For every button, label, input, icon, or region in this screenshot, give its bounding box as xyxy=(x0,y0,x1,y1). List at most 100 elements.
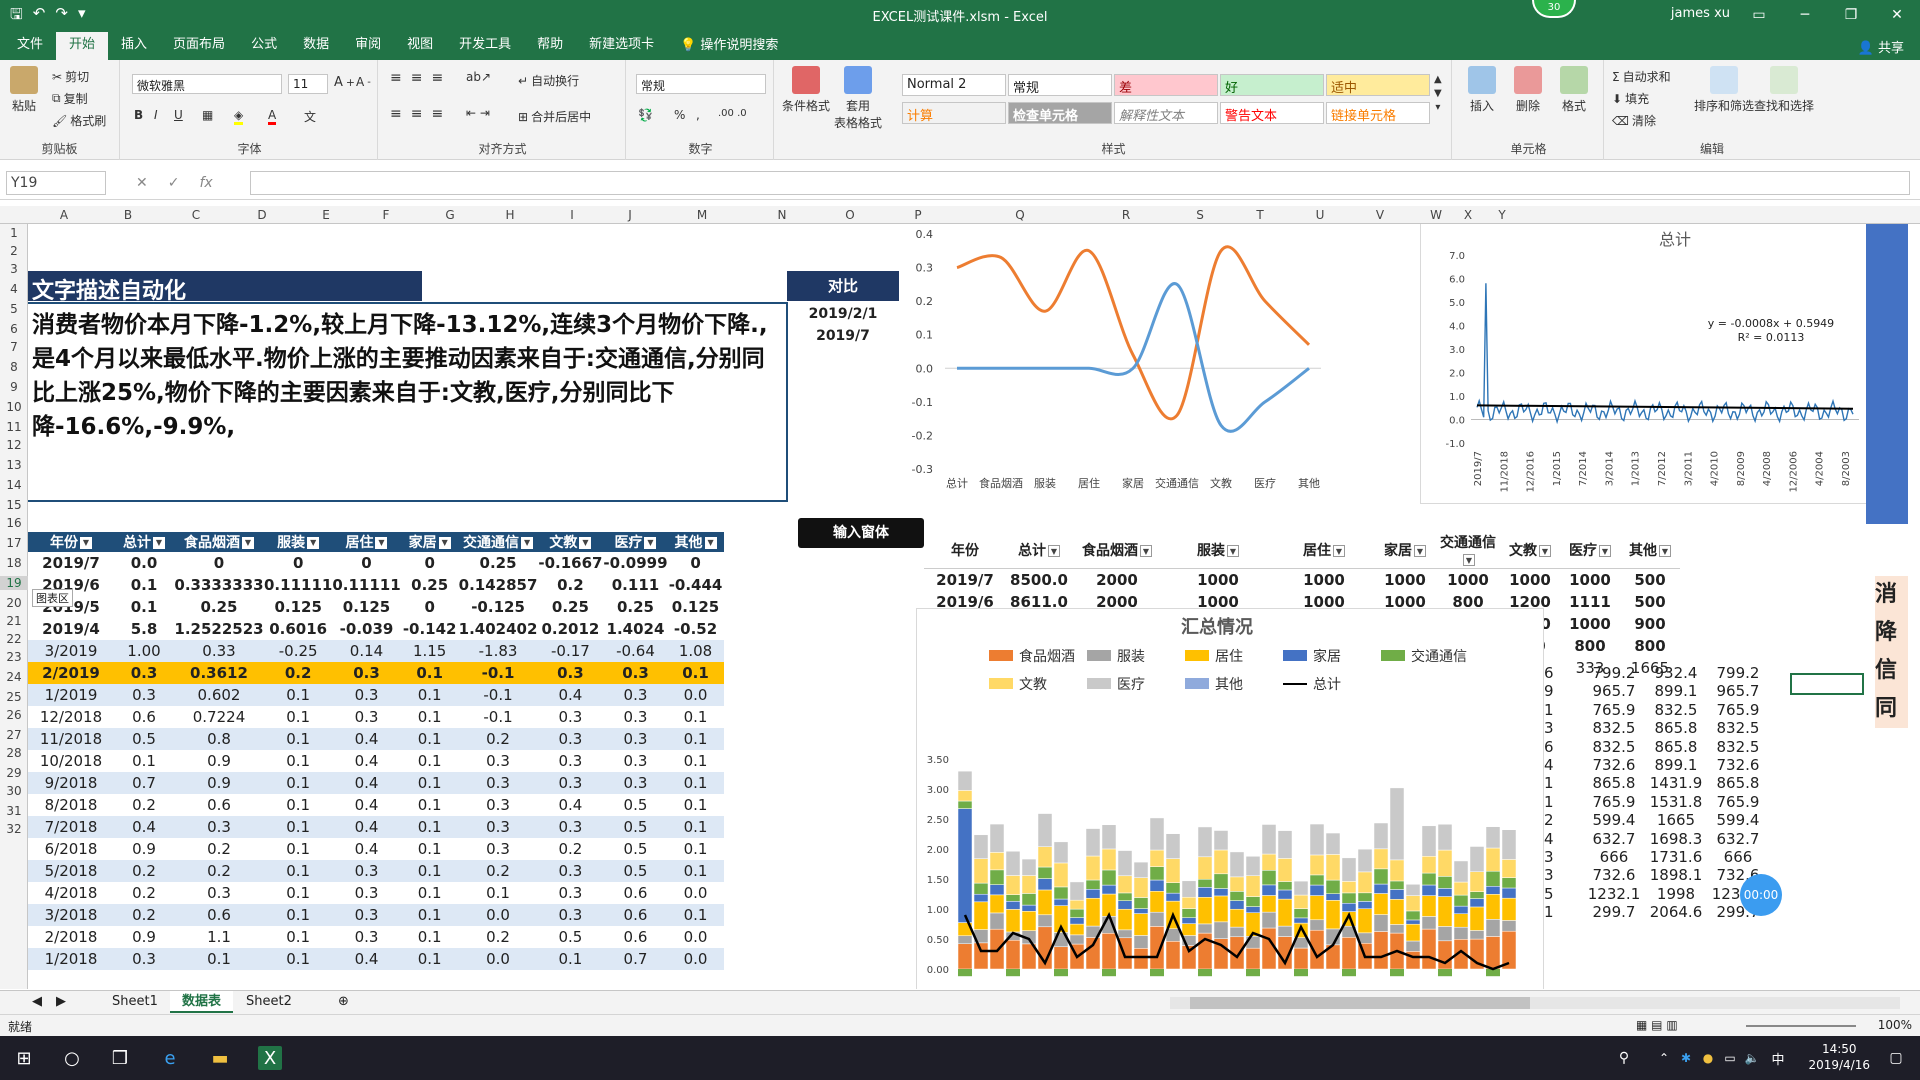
table-cell[interactable]: 2064.6 xyxy=(1646,903,1706,921)
table-cell[interactable]: 832.5 xyxy=(1646,701,1706,719)
column-header[interactable]: G xyxy=(440,208,460,222)
table-cell[interactable]: 0.3333333 xyxy=(174,574,264,596)
table-cell[interactable]: 1531.8 xyxy=(1646,793,1706,811)
table-cell[interactable]: 0.3 xyxy=(332,904,401,926)
tab-file[interactable]: 文件 xyxy=(4,32,56,60)
column-header[interactable]: O xyxy=(840,208,860,222)
table-cell[interactable]: 0.2 xyxy=(114,904,174,926)
table-cell[interactable]: 0.3 xyxy=(537,816,604,838)
column-header[interactable]: Y xyxy=(1492,208,1512,222)
table-cell[interactable]: 0.1 xyxy=(400,772,459,794)
table-cell[interactable]: 0.2 xyxy=(114,860,174,882)
style-bad[interactable]: 差 xyxy=(1114,74,1218,96)
table-cell[interactable]: 0.14 xyxy=(332,640,401,662)
table-cell[interactable]: 0.9 xyxy=(174,750,264,772)
table-cell[interactable]: 0.2 xyxy=(458,728,538,750)
category-line-chart[interactable]: 0.4 0.3 0.2 0.1 0.0 -0.1 -0.2 -0.3 总计 食品烟酒 服装 居住 家居交… xyxy=(903,224,1343,504)
column-header[interactable]: C xyxy=(186,208,206,222)
sheet-tab-data[interactable]: 数据表 xyxy=(170,991,234,1013)
row-header[interactable]: 8 xyxy=(0,360,28,374)
style-good[interactable]: 好 xyxy=(1220,74,1324,96)
table-cell[interactable]: 0.11111 xyxy=(332,574,400,596)
input-form-button[interactable]: 输入窗体 xyxy=(798,518,924,548)
table-cell[interactable]: 0.5 xyxy=(603,816,668,838)
table-cell[interactable]: 11/2018 xyxy=(28,728,114,750)
table-cell[interactable]: 5 xyxy=(1544,885,1556,903)
table-cell[interactable]: 2/2018 xyxy=(28,926,114,948)
table-cell[interactable]: 6 xyxy=(1544,664,1556,682)
view-buttons[interactable]: ▦ ▤ ▥ xyxy=(1636,1018,1678,1032)
tray-up-icon[interactable]: ⌃ xyxy=(1652,1046,1676,1070)
table-cell[interactable]: 632.7 xyxy=(1708,830,1768,848)
table-cell[interactable]: 3 xyxy=(1544,848,1556,866)
table-cell[interactable]: 0 xyxy=(401,552,459,574)
row-header[interactable]: 32 xyxy=(0,822,28,836)
pagebreak-view-icon[interactable]: ▥ xyxy=(1666,1018,1677,1032)
table-cell[interactable]: 832.5 xyxy=(1708,738,1768,756)
font-color-button[interactable]: A xyxy=(268,108,277,125)
sheet-tab-sheet1[interactable]: Sheet1 xyxy=(100,991,170,1013)
row-header[interactable]: 7 xyxy=(0,340,28,354)
table-cell[interactable]: 0.25 xyxy=(401,574,459,596)
row-header[interactable]: 26 xyxy=(0,708,28,722)
table-cell[interactable]: 0.0 xyxy=(667,948,724,970)
orientation-button[interactable]: ab↗ xyxy=(466,70,491,84)
right-col-header[interactable]: 文教 ▼ xyxy=(1500,532,1560,569)
table-cell[interactable]: -0.0999 xyxy=(603,552,667,574)
volume-icon[interactable]: 🔈 xyxy=(1740,1046,1764,1070)
table-cell[interactable]: 3 xyxy=(1544,866,1556,884)
table-cell[interactable]: 0.0 xyxy=(114,552,174,574)
tab-insert[interactable]: 插入 xyxy=(108,32,160,60)
table-cell[interactable]: 500 xyxy=(1620,569,1680,591)
table-cell[interactable]: 0.5 xyxy=(603,794,667,816)
table-cell[interactable]: 0.1 xyxy=(668,794,724,816)
row-header[interactable]: 29 xyxy=(0,766,28,780)
bluetooth-icon[interactable]: ✱ xyxy=(1674,1046,1698,1070)
tab-help[interactable]: 帮助 xyxy=(524,32,576,60)
filter-dropdown-icon[interactable]: ▼ xyxy=(242,537,254,549)
table-cell[interactable]: 865.8 xyxy=(1646,719,1706,737)
table-cell[interactable]: 1111 xyxy=(1560,591,1620,613)
table-cell[interactable]: 0.1 xyxy=(667,860,724,882)
table-cell[interactable]: 1/2018 xyxy=(28,948,114,970)
description-text[interactable]: 消费者物价本月下降-1.2%,较上月下降-13.12%,连续3个月物价下降.,是… xyxy=(28,302,788,502)
table-cell[interactable]: -0.1667 xyxy=(537,552,603,574)
table-cell[interactable]: 0.4 xyxy=(332,838,400,860)
right-col-header[interactable]: 居住 ▼ xyxy=(1274,532,1374,569)
table-cell[interactable]: 0.3 xyxy=(537,662,604,684)
table-cell[interactable]: 0.1 xyxy=(264,772,333,794)
zoom-level[interactable]: 100% xyxy=(1878,1018,1912,1032)
table-cell[interactable]: 0.4 xyxy=(537,684,604,706)
table-cell[interactable]: -0.142 xyxy=(401,618,459,640)
row-header[interactable]: 28 xyxy=(0,746,28,760)
table-cell[interactable]: 0.3 xyxy=(537,772,604,794)
notification-icon[interactable]: ▢ xyxy=(1884,1046,1908,1070)
table-cell[interactable]: 832.5 xyxy=(1584,719,1644,737)
table-cell[interactable]: 0.3 xyxy=(332,662,401,684)
table-cell[interactable]: 1.4024 xyxy=(603,618,667,640)
add-sheet-icon[interactable]: ⊕ xyxy=(326,991,361,1013)
table-cell[interactable]: 0.1 xyxy=(537,948,604,970)
network-icon[interactable]: ▭ xyxy=(1718,1046,1742,1070)
layout-view-icon[interactable]: ▤ xyxy=(1651,1018,1662,1032)
table-cell[interactable]: 0.4 xyxy=(332,816,401,838)
table-cell[interactable]: 800 xyxy=(1560,635,1620,657)
row-header[interactable]: 30 xyxy=(0,784,28,798)
table-cell[interactable]: 12/2018 xyxy=(28,706,114,728)
left-col-header[interactable]: 家居 ▼ xyxy=(400,532,459,552)
table-cell[interactable]: 0.6 xyxy=(114,706,174,728)
right-col-header[interactable]: 交通通信▼ xyxy=(1436,532,1500,569)
borders-button[interactable]: ▦ xyxy=(202,108,213,122)
table-cell[interactable]: 1.15 xyxy=(400,640,459,662)
row-header[interactable]: 25 xyxy=(0,690,28,704)
row-header[interactable]: 9 xyxy=(0,380,28,394)
table-cell[interactable]: 1.2522523 xyxy=(174,618,264,640)
table-cell[interactable]: 2019/4 xyxy=(28,618,114,640)
left-col-header[interactable]: 交通通信 ▼ xyxy=(458,532,538,552)
table-cell[interactable]: 1.00 xyxy=(114,640,174,662)
filter-dropdown-icon[interactable]: ▼ xyxy=(375,537,388,549)
table-cell[interactable]: 0.5 xyxy=(603,860,668,882)
table-cell[interactable]: 4 xyxy=(1544,830,1556,848)
table-cell[interactable]: 1898.1 xyxy=(1646,866,1706,884)
tray-app-icon[interactable]: ● xyxy=(1696,1046,1720,1070)
